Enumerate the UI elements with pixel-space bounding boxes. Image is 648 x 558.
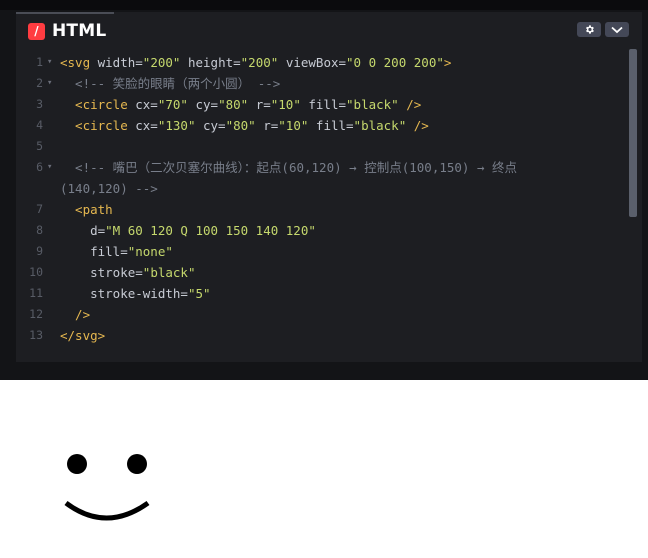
code-line[interactable]: 6 ▾ <!-- 嘴巴（二次贝塞尔曲线）：起点(60,120) → 控制点(100… [16,157,626,178]
chevron-down-icon [611,26,623,33]
code-line[interactable]: 5 [16,136,626,157]
code-line[interactable]: (140,120) --> [16,178,626,199]
line-number: 13 [29,328,43,342]
line-number: 5 [36,139,43,153]
right-eye [127,454,147,474]
code-line[interactable]: 9 fill="none" [16,241,626,262]
code-editor[interactable]: 1 ▾ <svg width="200" height="200" viewBox=… [16,52,626,352]
html-panel-header: / HTML [16,14,642,48]
html-language-icon: / [28,22,45,40]
line-number: 1 [36,55,43,69]
line-number: 10 [29,265,43,279]
smiley-face-icon [64,454,150,521]
code-line[interactable]: 1 ▾ <svg width="200" height="200" viewBox=… [16,52,626,73]
fold-arrow-icon[interactable]: ▾ [47,52,52,73]
code-line[interactable]: 8 d="M 60 120 Q 100 150 140 120" [16,220,626,241]
line-number: 7 [36,202,43,216]
code-line[interactable]: 10 stroke="black" [16,262,626,283]
code-text: (140,120) --> [60,181,158,196]
code-text: stroke-width="5" [60,286,211,301]
top-bar [0,0,648,10]
settings-button[interactable] [577,22,601,37]
code-text: <svg width="200" height="200" viewBox="0… [60,55,452,70]
gear-icon [585,25,594,34]
mouth [64,500,150,521]
fold-arrow-icon[interactable]: ▾ [47,157,52,178]
code-text: <circle cx="130" cy="80" r="10" fill="bl… [60,118,429,133]
line-number: 2 [36,76,43,90]
collapse-button[interactable] [605,22,629,37]
code-text: /> [60,307,91,322]
line-number: 12 [29,307,43,321]
fold-arrow-icon[interactable]: ▾ [47,73,52,94]
code-text: <!-- 笑脸的眼睛（两个小圆） --> [60,76,281,91]
code-line[interactable]: 7 <path [16,199,626,220]
line-number: 4 [36,118,43,132]
code-text: d="M 60 120 Q 100 150 140 120" [60,223,316,238]
code-line[interactable]: 11 stroke-width="5" [16,283,626,304]
code-line[interactable]: 13 </svg> [16,325,626,346]
code-line[interactable]: 12 /> [16,304,626,325]
line-number: 3 [36,97,43,111]
code-line[interactable]: 2 ▾ <!-- 笑脸的眼睛（两个小圆） --> [16,73,626,94]
code-line[interactable]: 4 <circle cx="130" cy="80" r="10" fill="… [16,115,626,136]
code-text: <!-- 嘴巴（二次贝塞尔曲线）：起点(60,120) → 控制点(100,15… [60,160,518,175]
code-line[interactable]: 3 <circle cx="70" cy="80" r="10" fill="b… [16,94,626,115]
code-text: <circle cx="70" cy="80" r="10" fill="bla… [60,97,422,112]
code-text: <path [60,202,113,217]
editor-scrollbar[interactable] [629,49,637,217]
line-number: 9 [36,244,43,258]
left-eye [67,454,87,474]
line-number: 8 [36,223,43,237]
code-text: </svg> [60,328,106,343]
line-number: 11 [29,286,43,300]
line-number: 6 [36,160,43,174]
panel-controls [577,22,629,37]
code-text: fill="none" [60,244,173,259]
panel-title: HTML [52,21,107,41]
code-text: stroke="black" [60,265,196,280]
